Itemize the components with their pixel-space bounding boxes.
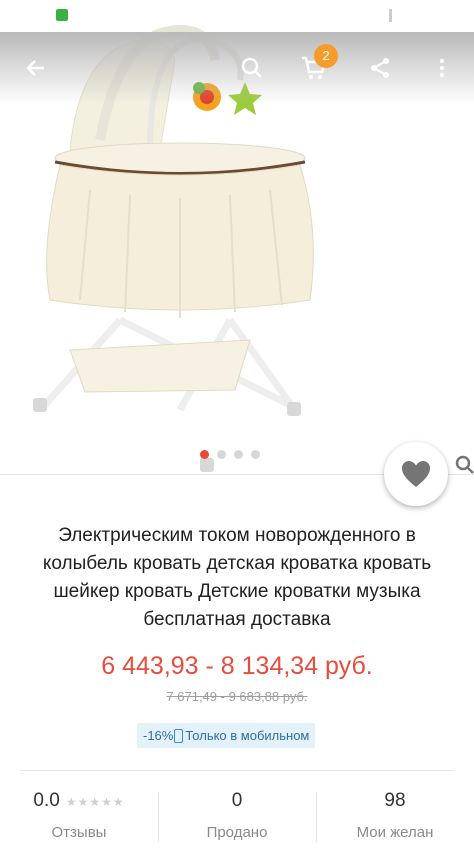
old-price-range: 7 671,49 - 9 683,88 руб. <box>166 689 308 704</box>
back-arrow-icon[interactable] <box>22 54 50 82</box>
product-stats: 0.0 ★★★★★ Отзывы 0 Продано 98 Мои желан <box>0 790 474 850</box>
gallery-dot[interactable] <box>200 450 209 459</box>
sold-label: Продано <box>206 824 268 841</box>
signal-icon <box>374 8 392 25</box>
rating-value: 0.0 <box>33 790 60 811</box>
phone-icon <box>174 728 184 743</box>
status-bar: 21:42 96% <box>0 0 474 32</box>
wishes-stat[interactable]: 98 Мои желан <box>316 790 474 850</box>
battery-icon <box>401 9 428 25</box>
product-title: Электрическим током новорожденного в кол… <box>42 525 432 630</box>
search-icon[interactable] <box>238 54 266 82</box>
gallery-dot[interactable] <box>251 450 260 459</box>
battery-percent: 96% <box>437 8 466 25</box>
wishes-value: 98 <box>384 790 406 811</box>
divider <box>20 770 454 771</box>
mobile-only-discount-badge: -16% Только в мобильном <box>137 723 316 748</box>
more-menu-icon[interactable] <box>428 54 456 82</box>
rating-stars: ★★★★★ <box>65 795 125 809</box>
top-toolbar <box>0 32 474 104</box>
heart-icon <box>402 461 430 487</box>
reviews-label: Отзывы <box>51 824 107 841</box>
cart-count-badge: 2 <box>314 44 338 68</box>
sim-icon <box>56 9 68 21</box>
sold-stat: 0 Продано <box>158 790 316 850</box>
sold-value: 0 <box>231 790 243 811</box>
gallery-dot[interactable] <box>234 450 243 459</box>
gallery-dot[interactable] <box>217 450 226 459</box>
wishes-label: Мои желан <box>356 824 434 841</box>
search-icon[interactable] <box>455 455 474 480</box>
price-range: 6 443,93 - 8 134,34 руб. <box>101 652 373 680</box>
share-icon[interactable] <box>366 54 394 82</box>
status-time: 21:42 <box>10 8 46 24</box>
alarm-icon <box>320 7 336 26</box>
wishlist-button[interactable] <box>384 442 448 506</box>
reviews-stat[interactable]: 0.0 ★★★★★ Отзывы <box>0 790 158 850</box>
wifi-icon <box>346 8 364 25</box>
discount-percent: -16% <box>143 728 174 743</box>
promo-label: Только в мобильном <box>185 728 310 743</box>
gallery-pagination <box>200 450 260 459</box>
